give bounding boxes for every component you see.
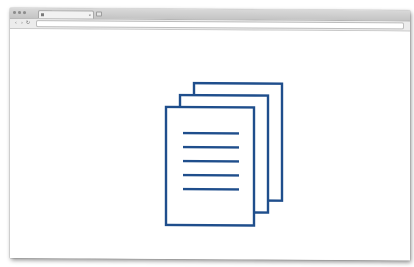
page-content: [10, 29, 410, 261]
window-maximize-dot[interactable]: [23, 11, 26, 15]
browser-tab-active[interactable]: ×: [38, 10, 94, 19]
new-tab-button[interactable]: [96, 11, 102, 17]
browser-window: × ‹ › ↻: [10, 8, 410, 261]
window-controls: [13, 11, 26, 15]
document-front-sheet: [164, 105, 256, 227]
favicon-icon: [41, 13, 44, 17]
window-minimize-dot[interactable]: [18, 11, 21, 15]
documents-stack-icon: [164, 81, 284, 227]
address-bar[interactable]: [36, 20, 404, 30]
screenshot-stage: × ‹ › ↻: [0, 0, 414, 267]
reload-button[interactable]: ↻: [25, 20, 31, 26]
window-close-dot[interactable]: [13, 11, 16, 15]
tab-close-icon[interactable]: ×: [89, 12, 91, 17]
